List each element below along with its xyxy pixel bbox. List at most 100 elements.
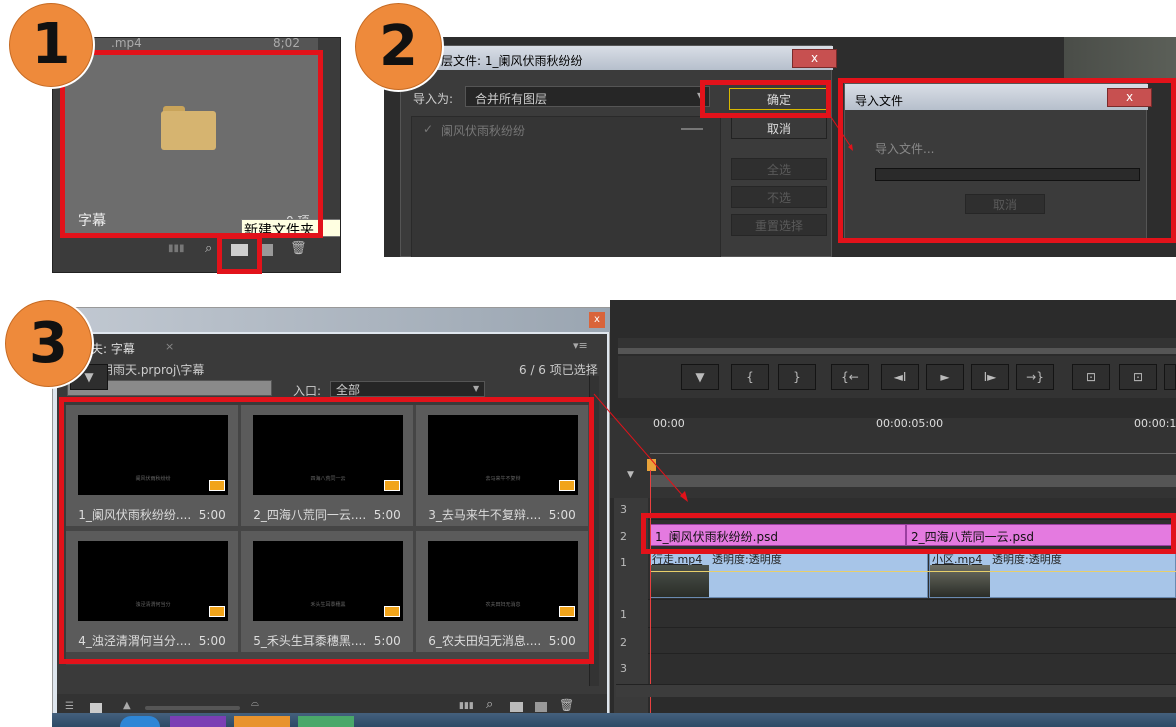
- list-view-icon[interactable]: ☰: [65, 701, 74, 712]
- bin-close-button[interactable]: x: [589, 312, 605, 328]
- reset-selection-button[interactable]: 重置选择: [731, 214, 827, 236]
- trash-icon[interactable]: 🗑: [290, 241, 307, 256]
- step-badge-1: 1: [7, 1, 95, 89]
- video-thumb-1: [651, 565, 709, 597]
- timeline-scrollbar[interactable]: [616, 684, 1176, 697]
- entry-chevron-icon: ▼: [473, 384, 480, 393]
- time-end: 00:00:1: [1134, 417, 1176, 430]
- video-thumb-2: [930, 565, 990, 597]
- thumb-caption: 阑风伏雨秋纷纷: [135, 476, 171, 482]
- step-badge-2: 2: [353, 1, 444, 92]
- dialog-close-button[interactable]: x: [792, 49, 837, 68]
- search-icon-2[interactable]: ⌕: [486, 697, 493, 712]
- thumb-preview: 禾头生耳黍穗黑: [253, 541, 403, 621]
- bin-icon-2[interactable]: ▮▮▮: [459, 701, 474, 711]
- thumb-item-5[interactable]: 禾头生耳黍穗黑 5_禾头生耳黍穗黑.... 5:00: [241, 531, 413, 652]
- import-progress-bar: [875, 168, 1140, 181]
- taskbar-button-4[interactable]: [298, 716, 354, 727]
- track-label-v2: 2: [620, 530, 627, 543]
- monitor-scroll[interactable]: [618, 348, 1176, 354]
- reset-selection-label: 重置选择: [754, 218, 803, 233]
- thumb-item-2[interactable]: 四海八荒同一云 2_四海八荒同一云.... 5:00: [241, 405, 413, 526]
- select-all-label: 全选: [766, 162, 791, 177]
- track-label-a2: 2: [620, 636, 627, 649]
- taskbar-button-2[interactable]: [170, 716, 226, 727]
- sequence-icon: [384, 480, 400, 491]
- search-icon[interactable]: ⌕: [205, 241, 212, 256]
- cancel-button-label: 取消: [766, 121, 791, 136]
- bin-titlebar: [53, 308, 611, 332]
- ok-button[interactable]: 确定: [729, 88, 829, 110]
- import-cancel-label: 取消: [992, 197, 1017, 212]
- clip-duration: 8;02: [273, 37, 300, 50]
- trash-icon-2[interactable]: 🗑: [559, 698, 574, 712]
- psd-clip-2-label: 2_四海八荒同一云.psd: [911, 530, 1034, 544]
- folder-name: 字幕: [78, 213, 106, 229]
- panel-menu-icon[interactable]: ▾≡: [573, 339, 588, 352]
- overwrite-button[interactable]: ⊡: [1119, 364, 1157, 390]
- icon-view-icon[interactable]: [90, 703, 102, 713]
- mark-in-button[interactable]: {: [731, 364, 769, 390]
- video-clip-1-fx: 透明度:透明度: [712, 553, 782, 566]
- layer-checkbox[interactable]: ✓: [423, 122, 433, 136]
- step-forward-button[interactable]: I►: [971, 364, 1009, 390]
- dialog-import-layers: 层文件: 1_阑风伏雨秋纷纷 x 导入为: 合并所有图层 ▼ ✓ 阑风伏雨秋纷纷…: [400, 45, 837, 257]
- thumb-caption: 浊泾清渭何当分: [135, 602, 171, 608]
- thumb-item-1[interactable]: 阑风伏雨秋纷纷 1_阑风伏雨秋纷纷.... 5:00: [66, 405, 238, 526]
- thumb-name: 2_四海八荒同一云.... 5:00: [253, 508, 401, 522]
- selection-count: 6 / 6 项已选择: [519, 363, 598, 377]
- dialog-panel-crop: 层文件: 1_阑风伏雨秋纷纷 x 导入为: 合并所有图层 ▼ ✓ 阑风伏雨秋纷纷…: [384, 37, 1176, 257]
- zoom-large-icon[interactable]: ⌓: [251, 698, 259, 709]
- select-all-button[interactable]: 全选: [731, 158, 827, 180]
- new-folder-icon[interactable]: [231, 244, 248, 256]
- play-button[interactable]: ►: [926, 364, 964, 390]
- thumb-item-3[interactable]: 去马来牛不复辩 3_去马来牛不复辩.... 5:00: [416, 405, 588, 526]
- new-item-icon-2[interactable]: [535, 702, 547, 712]
- select-none-button[interactable]: 不选: [731, 186, 827, 208]
- import-title: 导入文件: [855, 94, 904, 108]
- clip-opacity-line: [650, 571, 1176, 572]
- track-lane-a2: [648, 628, 1176, 654]
- layer-item: 阑风伏雨秋纷纷: [441, 124, 526, 138]
- layer-bar: [681, 128, 703, 130]
- extra-button[interactable]: [1164, 364, 1176, 390]
- step-number-2: 2: [379, 13, 418, 79]
- bin-tab[interactable]: 夫: 字幕: [91, 340, 135, 357]
- import-close-button[interactable]: x: [1107, 88, 1152, 107]
- mark-out-button[interactable]: }: [778, 364, 816, 390]
- step-number-1: 1: [31, 12, 71, 77]
- drag-arrow: [593, 393, 688, 502]
- thumb-name: 3_去马来牛不复辩.... 5:00: [428, 508, 576, 522]
- insert-button[interactable]: ⊡: [1072, 364, 1110, 390]
- new-item-icon[interactable]: [260, 244, 273, 256]
- bin-icon[interactable]: ▮▮▮: [168, 243, 185, 254]
- taskbar-button-1[interactable]: [120, 716, 160, 727]
- go-to-out-button[interactable]: →}: [1016, 364, 1054, 390]
- project-bin-window: x 夫: 字幕 × ▾≡ 阴雨天.prproj\字幕 6 / 6 项已选择 ⌕▾…: [52, 307, 611, 727]
- thumb-name: 5_禾头生耳黍穗黑.... 5:00: [253, 634, 401, 648]
- dialog-title: 层文件: 1_阑风伏雨秋纷纷: [441, 54, 583, 68]
- thumb-name: 1_阑风伏雨秋纷纷.... 5:00: [78, 508, 226, 522]
- thumb-item-6[interactable]: 农夫田妇无消息 6_农夫田妇无消息.... 5:00: [416, 531, 588, 652]
- sort-icon[interactable]: ▲: [123, 700, 131, 711]
- cancel-button[interactable]: 取消: [731, 117, 827, 139]
- track-lane-a3: [648, 654, 1176, 684]
- thumb-item-4[interactable]: 浊泾清渭何当分 4_浊泾清渭何当分.... 5:00: [66, 531, 238, 652]
- clip-name: .mp4: [111, 37, 142, 50]
- thumb-name: 6_农夫田妇无消息.... 5:00: [428, 634, 576, 648]
- go-to-in-button[interactable]: {←: [831, 364, 869, 390]
- thumb-caption: 四海八荒同一云: [310, 476, 346, 482]
- tab-close-icon[interactable]: ×: [165, 340, 174, 353]
- tooltip-text: 新建文件夹: [244, 223, 314, 239]
- new-folder-icon-2[interactable]: [510, 702, 523, 712]
- folder-item[interactable]: 字幕 0 项: [64, 54, 320, 235]
- import-cancel-button[interactable]: 取消: [965, 194, 1045, 214]
- entry-value: 全部: [336, 383, 361, 397]
- add-marker-button-2[interactable]: ▼: [681, 364, 719, 390]
- thumb-preview: 阑风伏雨秋纷纷: [78, 415, 228, 495]
- ruler-scroll[interactable]: [650, 475, 1176, 487]
- zoom-slider[interactable]: [145, 706, 240, 710]
- thumb-preview: 农夫田妇无消息: [428, 541, 578, 621]
- taskbar-button-3[interactable]: [234, 716, 290, 727]
- step-back-button[interactable]: ◄I: [881, 364, 919, 390]
